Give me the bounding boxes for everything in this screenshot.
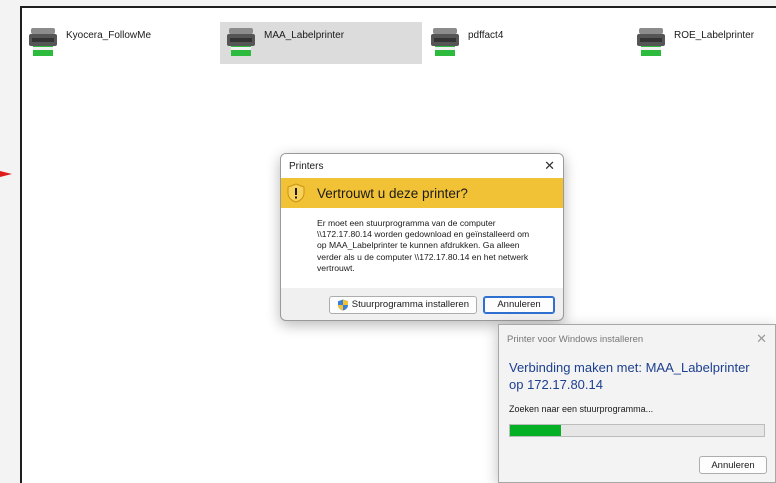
- red-arrow-icon: [0, 171, 12, 177]
- printer-item-pdffact4[interactable]: pdffact4: [424, 22, 614, 64]
- printer-name: pdffact4: [468, 30, 504, 41]
- progress-fill: [510, 425, 561, 436]
- message-line: vertrouwt.: [317, 262, 355, 273]
- cancel-label: Annuleren: [497, 299, 541, 310]
- install-driver-label: Stuurprogramma installeren: [351, 299, 469, 310]
- cancel-button[interactable]: Annuleren: [483, 295, 555, 314]
- message-line: op MAA_Labelprinter te kunnen afdrukken.…: [317, 240, 520, 251]
- trust-printer-dialog: Printers ✕ Vertrouwt u deze printer? Er …: [280, 153, 564, 321]
- dialog-titlebar: Printers ✕: [281, 154, 563, 178]
- printer-icon: [431, 28, 459, 56]
- close-icon[interactable]: ✕: [756, 331, 767, 347]
- uac-shield-icon: [337, 299, 348, 310]
- dialog-message: Er moet een stuurprogramma van de comput…: [281, 208, 563, 288]
- message-line: \\172.17.80.14 worden gedownload en geïn…: [317, 229, 530, 240]
- dialog-title: Printers: [289, 160, 324, 172]
- printer-item-kyocera[interactable]: Kyocera_FollowMe: [22, 22, 212, 64]
- printer-name: MAA_Labelprinter: [264, 30, 345, 41]
- dialog-button-row: Stuurprogramma installeren Annuleren: [281, 288, 563, 320]
- connection-heading: Verbinding maken met: MAA_Labelprinter o…: [509, 360, 750, 392]
- install-driver-button[interactable]: Stuurprogramma installeren: [328, 295, 477, 314]
- install-printer-dialog: Printer voor Windows installeren ✕ Verbi…: [498, 324, 776, 483]
- cancel-label: Annuleren: [711, 459, 755, 471]
- warning-band: Vertrouwt u deze printer?: [281, 178, 563, 208]
- printer-item-roe-labelprinter[interactable]: ROE_Labelprinter: [630, 22, 776, 64]
- dialog-heading: Vertrouwt u deze printer?: [317, 185, 468, 201]
- message-line: Er moet een stuurprogramma van de comput…: [317, 218, 496, 228]
- dialog-title: Printer voor Windows installeren: [507, 333, 644, 345]
- printer-icon: [227, 28, 255, 56]
- message-line: verder als u de computer \\172.17.80.14 …: [317, 251, 529, 262]
- close-icon[interactable]: ✕: [544, 158, 555, 174]
- dialog-titlebar: Printer voor Windows installeren ✕: [499, 325, 775, 353]
- printer-icon: [637, 28, 665, 56]
- printer-name: ROE_Labelprinter: [674, 30, 755, 41]
- cancel-install-button[interactable]: Annuleren: [699, 456, 767, 474]
- progress-bar: [509, 424, 765, 437]
- printer-item-maa-labelprinter[interactable]: MAA_Labelprinter: [220, 22, 422, 64]
- printer-icon: [29, 28, 57, 56]
- printer-name: Kyocera_FollowMe: [66, 30, 152, 41]
- warning-shield-icon: [287, 183, 305, 203]
- status-text: Zoeken naar een stuurprogramma...: [509, 404, 654, 414]
